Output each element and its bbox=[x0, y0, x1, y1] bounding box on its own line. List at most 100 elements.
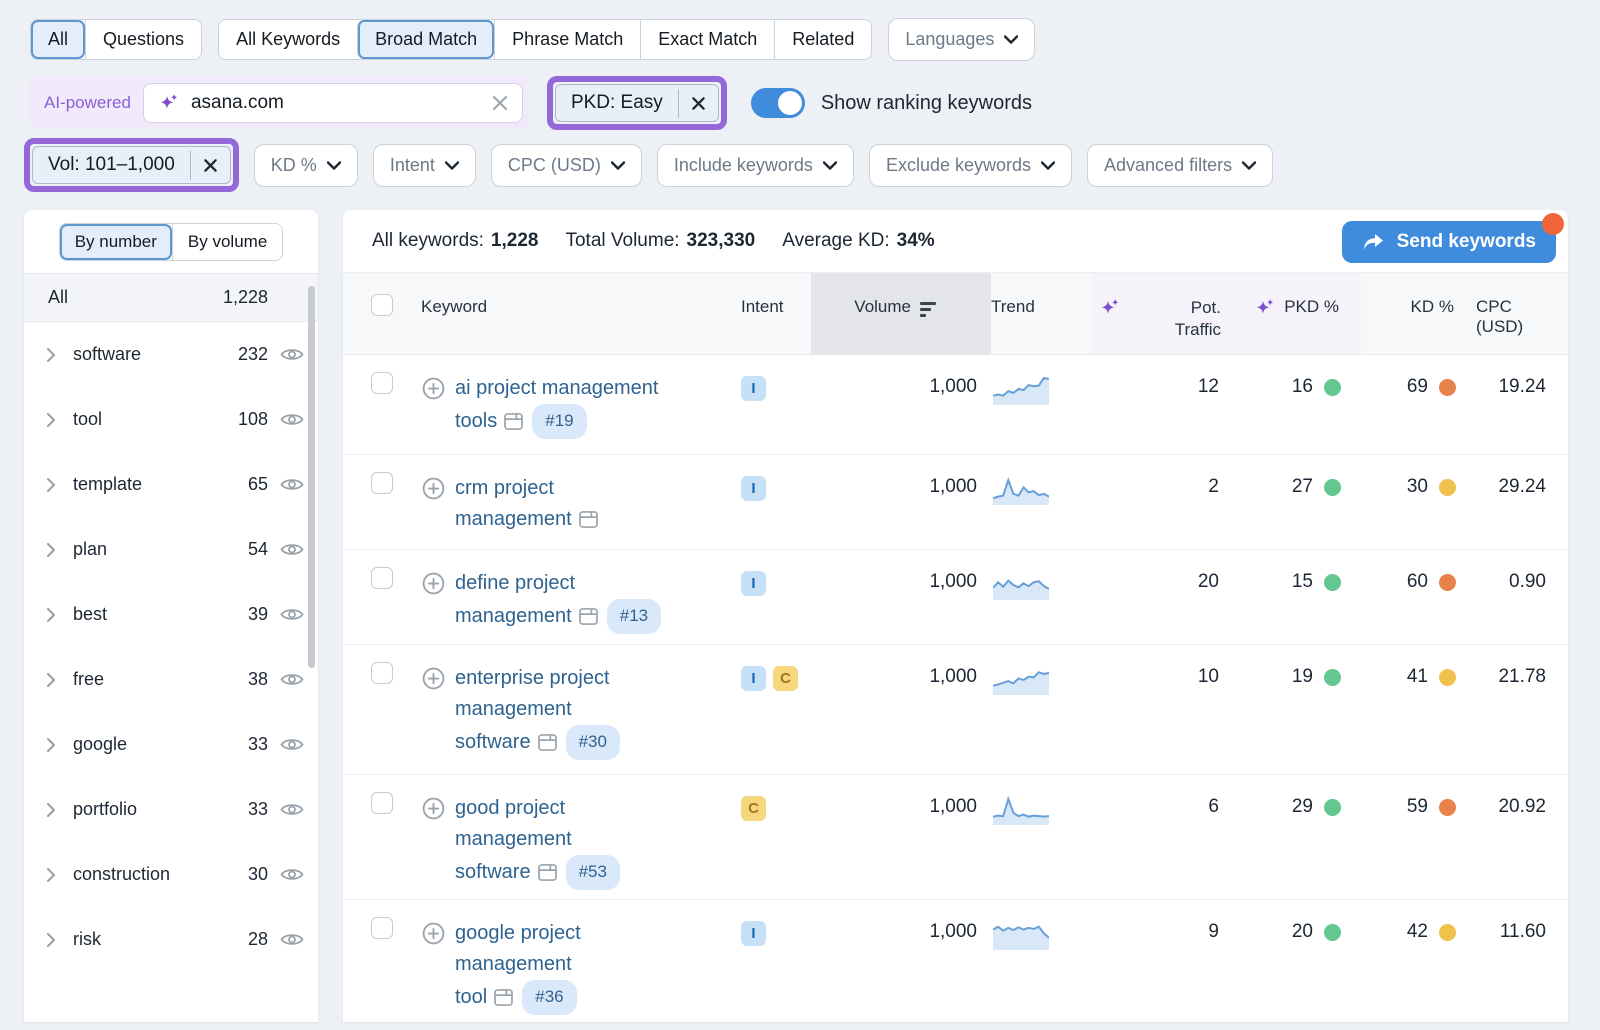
sidebar-group-item[interactable]: construction 30 bbox=[24, 842, 318, 907]
eye-icon[interactable] bbox=[280, 931, 304, 948]
chevron-right-icon[interactable] bbox=[46, 672, 56, 688]
header-cpc[interactable]: CPC (USD) bbox=[1476, 273, 1568, 354]
sidebar-group-item[interactable]: risk 28 bbox=[24, 907, 318, 972]
eye-icon[interactable] bbox=[280, 476, 304, 493]
tab-exact-match[interactable]: Exact Match bbox=[640, 20, 774, 59]
tab-all-keywords[interactable]: All Keywords bbox=[219, 20, 357, 59]
group-label: portfolio bbox=[73, 799, 137, 820]
sidebar-group-item[interactable]: tool 108 bbox=[24, 387, 318, 452]
header-pot-traffic[interactable]: Pot.Traffic bbox=[1091, 273, 1241, 354]
add-keyword-icon[interactable] bbox=[421, 476, 446, 501]
add-keyword-icon[interactable] bbox=[421, 376, 446, 401]
add-keyword-icon[interactable] bbox=[421, 921, 446, 946]
pkd-filter-chip[interactable]: PKD: Easy bbox=[555, 84, 719, 122]
table-row: enterprise projectmanagementsoftware#30 … bbox=[343, 645, 1568, 775]
tab-related[interactable]: Related bbox=[774, 20, 871, 59]
chevron-right-icon[interactable] bbox=[46, 932, 56, 948]
keyword-link[interactable]: google projectmanagementtool#36 bbox=[455, 918, 673, 1015]
header-keyword[interactable]: Keyword bbox=[421, 273, 741, 354]
add-keyword-icon[interactable] bbox=[421, 571, 446, 596]
filter-dropdown-exclude-keywords[interactable]: Exclude keywords bbox=[869, 144, 1072, 187]
intent-badge-i: I bbox=[741, 376, 766, 401]
sidebar-all-row[interactable]: All 1,228 bbox=[24, 273, 318, 322]
chevron-right-icon[interactable] bbox=[46, 347, 56, 363]
eye-icon[interactable] bbox=[280, 801, 304, 818]
chevron-right-icon[interactable] bbox=[46, 542, 56, 558]
add-keyword-icon[interactable] bbox=[421, 796, 446, 821]
share-arrow-icon bbox=[1362, 232, 1384, 252]
keyword-link[interactable]: enterprise projectmanagementsoftware#30 bbox=[455, 663, 673, 760]
row-checkbox[interactable] bbox=[371, 567, 393, 589]
show-ranking-keywords-toggle[interactable] bbox=[751, 88, 805, 118]
remove-volume-filter-button[interactable] bbox=[190, 151, 230, 180]
header-intent[interactable]: Intent bbox=[741, 273, 811, 354]
filter-dropdown-label: Include keywords bbox=[674, 155, 813, 176]
eye-icon[interactable] bbox=[280, 541, 304, 558]
sidebar-group-item[interactable]: google 33 bbox=[24, 712, 318, 777]
languages-dropdown[interactable]: Languages bbox=[888, 18, 1035, 61]
intent-badge-i: I bbox=[741, 666, 766, 691]
tab-all[interactable]: All bbox=[31, 20, 85, 59]
remove-pkd-filter-button[interactable] bbox=[678, 89, 718, 118]
serp-features-icon[interactable] bbox=[579, 511, 598, 528]
sidebar-scrollbar[interactable] bbox=[308, 286, 315, 668]
filter-dropdown-kd-[interactable]: KD % bbox=[254, 144, 358, 187]
eye-icon[interactable] bbox=[280, 606, 304, 623]
eye-icon[interactable] bbox=[280, 866, 304, 883]
sidebar-group-item[interactable]: software 232 bbox=[24, 322, 318, 387]
row-checkbox[interactable] bbox=[371, 372, 393, 394]
send-keywords-button[interactable]: Send keywords bbox=[1342, 221, 1556, 263]
sidebar-group-item[interactable]: free 38 bbox=[24, 647, 318, 712]
row-checkbox[interactable] bbox=[371, 472, 393, 494]
header-pkd[interactable]: PKD % bbox=[1241, 273, 1361, 354]
sidebar-tab-by-number[interactable]: By number bbox=[60, 224, 172, 260]
serp-features-icon[interactable] bbox=[538, 734, 557, 751]
chevron-right-icon[interactable] bbox=[46, 607, 56, 623]
row-checkbox[interactable] bbox=[371, 662, 393, 684]
sidebar-group-item[interactable]: plan 54 bbox=[24, 517, 318, 582]
keyword-link[interactable]: ai project managementtools#19 bbox=[455, 373, 673, 439]
sidebar-group-item[interactable]: template 65 bbox=[24, 452, 318, 517]
filter-dropdown-intent[interactable]: Intent bbox=[373, 144, 476, 187]
chevron-right-icon[interactable] bbox=[46, 867, 56, 883]
keyword-link[interactable]: crm projectmanagement bbox=[455, 473, 673, 535]
row-checkbox[interactable] bbox=[371, 917, 393, 939]
chevron-right-icon[interactable] bbox=[46, 802, 56, 818]
serp-features-icon[interactable] bbox=[494, 989, 513, 1006]
sidebar-group-item[interactable]: portfolio 33 bbox=[24, 777, 318, 842]
chevron-right-icon[interactable] bbox=[46, 737, 56, 753]
volume-filter-chip[interactable]: Vol: 101–1,000 bbox=[32, 146, 231, 184]
eye-icon[interactable] bbox=[280, 671, 304, 688]
close-icon bbox=[203, 158, 218, 173]
eye-icon[interactable] bbox=[280, 736, 304, 753]
row-checkbox[interactable] bbox=[371, 792, 393, 814]
search-input[interactable]: asana.com bbox=[143, 83, 523, 123]
tab-phrase-match[interactable]: Phrase Match bbox=[494, 20, 640, 59]
filter-dropdown-advanced-filters[interactable]: Advanced filters bbox=[1087, 144, 1273, 187]
sidebar-tab-by-volume[interactable]: By volume bbox=[172, 224, 282, 260]
tab-broad-match[interactable]: Broad Match bbox=[357, 20, 494, 59]
filter-dropdown-include-keywords[interactable]: Include keywords bbox=[657, 144, 854, 187]
group-count: 232 bbox=[238, 344, 268, 365]
chevron-right-icon[interactable] bbox=[46, 477, 56, 493]
keyword-link[interactable]: good projectmanagementsoftware#53 bbox=[455, 793, 673, 890]
chevron-right-icon[interactable] bbox=[46, 412, 56, 428]
chevron-down-icon bbox=[327, 161, 341, 170]
pot-traffic-cell: 6 bbox=[1091, 775, 1241, 818]
add-keyword-icon[interactable] bbox=[421, 666, 446, 691]
serp-features-icon[interactable] bbox=[504, 413, 523, 430]
group-count: 33 bbox=[248, 799, 268, 820]
select-all-checkbox[interactable] bbox=[371, 294, 393, 316]
tab-questions[interactable]: Questions bbox=[85, 20, 201, 59]
header-trend[interactable]: Trend bbox=[991, 273, 1091, 354]
sidebar-group-item[interactable]: best 39 bbox=[24, 582, 318, 647]
eye-icon[interactable] bbox=[280, 346, 304, 363]
header-volume[interactable]: Volume bbox=[811, 273, 991, 354]
serp-features-icon[interactable] bbox=[579, 608, 598, 625]
header-kd[interactable]: KD % bbox=[1361, 273, 1476, 354]
clear-search-icon[interactable] bbox=[492, 95, 508, 111]
serp-features-icon[interactable] bbox=[538, 864, 557, 881]
eye-icon[interactable] bbox=[280, 411, 304, 428]
filter-dropdown-cpc-usd-[interactable]: CPC (USD) bbox=[491, 144, 642, 187]
keyword-link[interactable]: define projectmanagement#13 bbox=[455, 568, 673, 634]
